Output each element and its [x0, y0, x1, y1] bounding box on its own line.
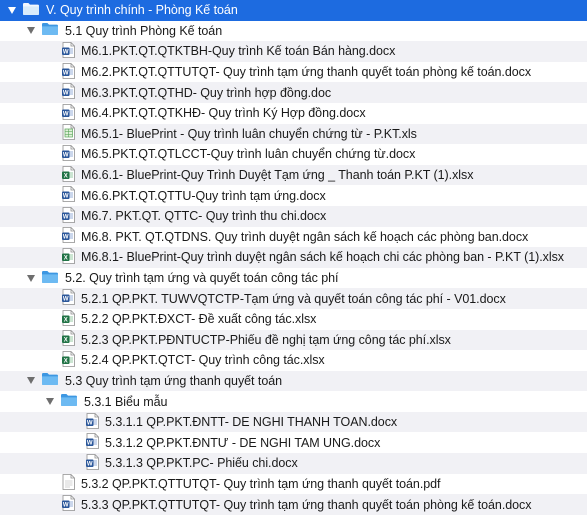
- svg-text:W: W: [63, 502, 69, 508]
- folder-icon: [60, 393, 78, 410]
- word-doc-icon: W: [62, 227, 75, 246]
- file-label: M6.3.PKT.QT.QTHD- Quy trình hợp đồng.doc: [81, 85, 332, 100]
- file-label: M6.4.PKT.QT.QTKHĐ- Quy trình Ký Hợp đồng…: [81, 106, 366, 121]
- tree-row-file[interactable]: W M6.5.PKT.QT.QTLCCT-Quy trình luân chuy…: [0, 144, 587, 165]
- word-doc-icon: W: [62, 103, 75, 123]
- svg-text:X: X: [64, 358, 68, 364]
- file-label: 5.2.1 QP.PKT. TUWVQTCTP-Tạm ứng và quyết…: [81, 291, 506, 306]
- word-doc-icon: W: [62, 83, 75, 102]
- word-doc-icon: W: [62, 62, 75, 82]
- excel-icon: X: [62, 248, 75, 267]
- folder-label: 5.1 Quy trình Phòng Kế toán: [65, 23, 223, 38]
- word-doc-icon: W: [62, 289, 75, 308]
- svg-text:W: W: [63, 49, 69, 55]
- tree-row-file[interactable]: X M6.6.1- BluePrint-Quy Trình Duyệt Tạm …: [0, 164, 587, 186]
- disclosure-triangle-icon[interactable]: [27, 274, 35, 282]
- svg-text:W: W: [63, 296, 69, 302]
- svg-text:W: W: [63, 152, 69, 158]
- tree-row-folder-5-3-1[interactable]: 5.3.1 Biểu mẫu: [0, 391, 587, 412]
- folder-icon: [41, 372, 59, 389]
- file-label: M6.7. PKT.QT. QTTC- Quy trình thu chi.do…: [81, 209, 327, 224]
- word-doc-icon: W: [62, 495, 75, 514]
- excel-icon: X: [62, 350, 75, 370]
- svg-text:W: W: [63, 111, 69, 117]
- tree-row-file[interactable]: M6.5.1- BluePrint - Quy trình luân chuyể…: [0, 123, 587, 145]
- file-label: M6.5.1- BluePrint - Quy trình luân chuyể…: [81, 126, 417, 141]
- tree-row-file[interactable]: 5.3.2 QP.PKT.QTTUTQT- Quy trình tạm ứng …: [0, 474, 587, 495]
- excel-icon: X: [62, 330, 75, 349]
- tree-row-file[interactable]: W 5.2.1 QP.PKT. TUWVQTCTP-Tạm ứng và quy…: [0, 288, 587, 309]
- word-doc-icon: W: [62, 186, 75, 205]
- word-doc-icon: W: [86, 412, 99, 432]
- word-doc-icon: W: [62, 206, 75, 226]
- svg-text:X: X: [64, 173, 68, 179]
- svg-text:W: W: [63, 70, 69, 76]
- word-doc-icon: W: [62, 145, 75, 164]
- tree-row-folder-5-1[interactable]: 5.1 Quy trình Phòng Kế toán: [0, 21, 587, 42]
- svg-text:W: W: [63, 90, 69, 96]
- tree-row-file[interactable]: W M6.7. PKT.QT. QTTC- Quy trình thu chi.…: [0, 205, 587, 227]
- folder-label: 5.3.1 Biểu mẫu: [84, 394, 168, 409]
- file-label: 5.3.1.1 QP.PKT.ĐNTT- DE NGHI THANH TOAN.…: [105, 415, 398, 430]
- file-label: 5.3.3 QP.PKT.QTTUTQT- Quy trình tạm ứng …: [81, 497, 532, 512]
- file-tree: V. Quy trình chính - Phòng Kế toán 5.1 Q…: [0, 0, 587, 515]
- word-doc-icon: W: [86, 453, 99, 473]
- svg-text:X: X: [64, 338, 68, 344]
- excel-icon: X: [62, 165, 75, 185]
- excel-icon: X: [62, 309, 75, 329]
- disclosure-triangle-icon[interactable]: [8, 6, 16, 14]
- tree-row-file[interactable]: W M6.8. PKT. QT.QTDNS. Quy trình duyệt n…: [0, 227, 587, 248]
- file-label: M6.6.1- BluePrint-Quy Trình Duyệt Tạm ứn…: [81, 168, 474, 183]
- tree-row-file[interactable]: W 5.3.1.1 QP.PKT.ĐNTT- DE NGHI THANH TOA…: [0, 411, 587, 433]
- folder-icon: [41, 270, 59, 287]
- folder-label: 5.3 Quy trình tạm ứng thanh quyết toán: [65, 373, 283, 388]
- file-label: 5.3.1.2 QP.PKT.ĐNTƯ - DE NGHI TAM UNG.do…: [105, 435, 381, 450]
- tree-row-folder-5-2[interactable]: 5.2. Quy trình tạm ứng và quyết toán côn…: [0, 268, 587, 289]
- svg-text:W: W: [87, 441, 93, 447]
- tree-row-file[interactable]: X 5.2.4 QP.PKT.QTCT- Quy trình công tác.…: [0, 350, 587, 371]
- svg-text:W: W: [63, 235, 69, 241]
- file-label: 5.2.3 QP.PKT.PĐNTUCTP-Phiếu đề nghị tạm …: [81, 332, 451, 347]
- svg-text:W: W: [87, 420, 93, 426]
- folder-icon: [41, 22, 59, 39]
- disclosure-triangle-icon[interactable]: [27, 27, 35, 35]
- tree-row-file[interactable]: W 5.3.1.3 QP.PKT.PC- Phiếu chi.docx: [0, 453, 587, 474]
- svg-text:W: W: [63, 214, 69, 220]
- tree-row-root-folder[interactable]: V. Quy trình chính - Phòng Kế toán: [0, 0, 587, 21]
- tree-row-file[interactable]: W M6.2.PKT.QT.QTTUTQT- Quy trình tạm ứng…: [0, 62, 587, 83]
- file-label: 5.3.1.3 QP.PKT.PC- Phiếu chi.docx: [105, 456, 298, 471]
- tree-row-file[interactable]: W M6.1.PKT.QT.QTKTBH-Quy trình Kế toán B…: [0, 41, 587, 62]
- tree-row-file[interactable]: X 5.2.2 QP.PKT.ĐXCT- Đề xuất công tác.xl…: [0, 309, 587, 330]
- svg-text:W: W: [63, 193, 69, 199]
- tree-row-file[interactable]: W M6.4.PKT.QT.QTKHĐ- Quy trình Ký Hợp đồ…: [0, 103, 587, 124]
- spreadsheet-icon: [62, 124, 75, 143]
- tree-row-file[interactable]: W 5.3.1.2 QP.PKT.ĐNTƯ - DE NGHI TAM UNG.…: [0, 432, 587, 453]
- tree-row-file[interactable]: W 5.3.3 QP.PKT.QTTUTQT- Quy trình tạm ứn…: [0, 494, 587, 515]
- svg-text:W: W: [87, 461, 93, 467]
- folder-icon: [22, 2, 40, 19]
- file-label: M6.5.PKT.QT.QTLCCT-Quy trình luân chuyển…: [81, 147, 416, 162]
- file-label: 5.3.2 QP.PKT.QTTUTQT- Quy trình tạm ứng …: [81, 476, 441, 491]
- file-label: 5.2.4 QP.PKT.QTCT- Quy trình công tác.xl…: [81, 353, 325, 368]
- file-label: M6.1.PKT.QT.QTKTBH-Quy trình Kế toán Bán…: [81, 44, 396, 59]
- folder-label: 5.2. Quy trình tạm ứng và quyết toán côn…: [65, 271, 339, 286]
- word-doc-icon: W: [62, 42, 75, 61]
- file-label: M6.8.1- BluePrint-Quy trình duyệt ngân s…: [81, 250, 564, 265]
- pdf-icon: [62, 474, 75, 493]
- tree-row-file[interactable]: X M6.8.1- BluePrint-Quy trình duyệt ngân…: [0, 247, 587, 268]
- tree-row-file[interactable]: W M6.6.PKT.QT.QTTU-Quy trình tạm ứng.doc…: [0, 185, 587, 206]
- svg-text:X: X: [64, 317, 68, 323]
- file-label: M6.2.PKT.QT.QTTUTQT- Quy trình tạm ứng t…: [81, 65, 532, 80]
- file-label: 5.2.2 QP.PKT.ĐXCT- Đề xuất công tác.xlsx: [81, 312, 317, 327]
- file-label: M6.8. PKT. QT.QTDNS. Quy trình duyệt ngâ…: [81, 229, 529, 244]
- tree-row-file[interactable]: X 5.2.3 QP.PKT.PĐNTUCTP-Phiếu đề nghị tạ…: [0, 329, 587, 351]
- disclosure-triangle-icon[interactable]: [27, 377, 35, 385]
- tree-row-folder-5-3[interactable]: 5.3 Quy trình tạm ứng thanh quyết toán: [0, 370, 587, 392]
- svg-text:X: X: [64, 255, 68, 261]
- file-label: M6.6.PKT.QT.QTTU-Quy trình tạm ứng.docx: [81, 188, 326, 203]
- disclosure-triangle-icon[interactable]: [46, 398, 54, 406]
- tree-row-file[interactable]: W M6.3.PKT.QT.QTHD- Quy trình hợp đồng.d…: [0, 82, 587, 103]
- folder-label: V. Quy trình chính - Phòng Kế toán: [46, 3, 238, 18]
- word-doc-icon: W: [86, 433, 99, 452]
